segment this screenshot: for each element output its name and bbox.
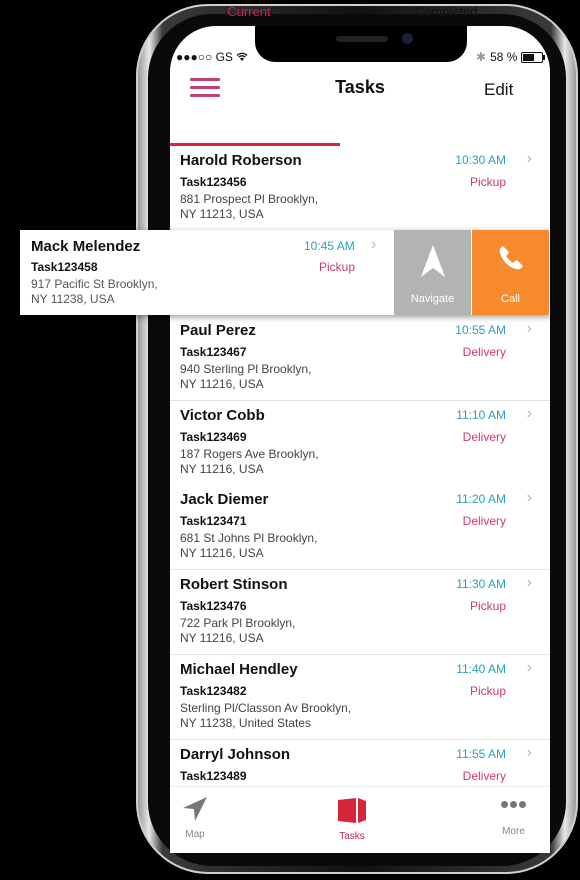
page-title: Tasks — [335, 77, 385, 97]
address: 681 St Johns Pl Brooklyn, NY 11216, USA — [180, 531, 318, 560]
chevron-right-icon: › — [526, 320, 532, 337]
navigation-arrow-icon — [183, 797, 207, 821]
speaker — [336, 36, 388, 42]
hamburger-menu-icon[interactable] — [190, 78, 220, 98]
chevron-right-icon: › — [526, 405, 532, 422]
bluetooth-icon: ✱ — [476, 50, 487, 64]
customer-name: Darryl Johnson — [180, 746, 291, 763]
task-id: Task123458 — [31, 260, 98, 274]
task-time: 10:30 AM — [455, 153, 506, 167]
carrier-label: ●●●○○ GS — [176, 50, 233, 64]
tab-bar-map[interactable]: Map — [182, 796, 208, 840]
customer-name: Mack Melendez — [31, 238, 141, 255]
chevron-right-icon: › — [526, 744, 532, 761]
customer-name: Michael Hendley — [180, 661, 298, 678]
task-time: 10:55 AM — [455, 323, 506, 337]
front-camera — [402, 33, 413, 44]
address: Sterling Pl/Classon Av Brooklyn, NY 11238… — [180, 701, 352, 730]
customer-name: Victor Cobb — [180, 407, 265, 424]
tab-bar-more[interactable]: More — [500, 800, 527, 837]
status-right: ✱ 58 % — [476, 50, 546, 64]
phone-icon — [499, 246, 523, 270]
call-button[interactable]: Call — [472, 230, 549, 315]
customer-name: Robert Stinson — [180, 576, 288, 593]
box-icon — [338, 798, 366, 823]
task-row[interactable]: Paul Perez Task123467 940 Sterling Pl Br… — [170, 316, 550, 401]
task-row[interactable]: Michael Hendley Task123482 Sterling Pl/C… — [170, 655, 550, 740]
status-carrier: ●●●○○ GS — [176, 50, 248, 64]
address: 187 Rogers Ave Brooklyn, NY 11216, USA — [180, 447, 319, 476]
task-id: Task123456 — [180, 175, 247, 189]
task-row[interactable]: Robert Stinson Task123476 722 Park Pl Br… — [170, 570, 550, 655]
task-id: Task123467 — [180, 345, 247, 359]
chevron-right-icon: › — [526, 574, 532, 591]
address: 917 Pacific St Brooklyn, NY 11238, USA — [31, 277, 158, 306]
task-type: Delivery — [462, 430, 506, 444]
task-time: 11:10 AM — [456, 408, 506, 422]
task-type: Pickup — [319, 260, 356, 274]
task-id: Task123469 — [180, 430, 247, 444]
swiped-task-row[interactable]: Mack Melendez Task123458 917 Pacific St … — [20, 230, 550, 315]
battery-icon — [521, 51, 546, 63]
call-label: Call — [501, 293, 520, 305]
task-row[interactable]: Victor Cobb Task123469 187 Rogers Ave Br… — [170, 401, 550, 486]
tab-bar-more-label: More — [502, 826, 525, 837]
tab-bar-map-label: Map — [185, 829, 205, 840]
task-row[interactable]: Darryl Johnson Task123489 11:55 AM Deliv… — [170, 740, 550, 786]
more-dots-icon — [500, 800, 527, 820]
task-time: 11:55 AM — [456, 747, 506, 761]
task-id: Task123476 — [180, 599, 247, 613]
task-time: 11:20 AM — [456, 492, 506, 506]
navigate-arrow-icon — [420, 245, 445, 277]
task-time: 11:30 AM — [456, 577, 506, 591]
edit-button[interactable]: Edit — [484, 80, 513, 100]
task-id: Task123471 — [180, 514, 247, 528]
task-row[interactable]: Jack Diemer Task123471 681 St Johns Pl B… — [170, 485, 550, 570]
task-type: Delivery — [462, 769, 506, 783]
address: 881 Prospect Pl Brooklyn, NY 11213, USA — [180, 192, 319, 221]
chevron-right-icon: › — [526, 489, 532, 506]
battery-percent: 58 % — [490, 50, 518, 64]
task-type: Pickup — [469, 684, 506, 698]
navigate-button[interactable]: Navigate — [394, 230, 471, 315]
task-time: 11:40 AM — [456, 662, 506, 676]
task-id: Task123482 — [180, 684, 247, 698]
task-type: Pickup — [469, 175, 506, 189]
tab-completed[interactable]: Completed — [361, 4, 531, 19]
task-row[interactable]: Harold Roberson Task123456 881 Prospect … — [170, 146, 550, 231]
task-time: 10:45 AM — [304, 239, 355, 253]
wifi-icon — [236, 50, 248, 64]
task-type: Delivery — [462, 514, 506, 528]
chevron-right-icon: › — [371, 236, 377, 253]
address: 722 Park Pl Brooklyn, NY 11216, USA — [180, 616, 296, 645]
customer-name: Jack Diemer — [180, 491, 269, 508]
chevron-right-icon: › — [526, 659, 532, 676]
tab-bar-tasks-label: Tasks — [339, 831, 365, 842]
task-type: Delivery — [462, 345, 506, 359]
navigate-label: Navigate — [410, 293, 455, 305]
tab-bar-tasks[interactable]: Tasks — [336, 796, 368, 842]
customer-name: Harold Roberson — [180, 152, 302, 169]
chevron-right-icon: › — [526, 150, 532, 167]
tab-current[interactable]: Current — [164, 4, 334, 19]
notch — [255, 26, 467, 62]
task-id: Task123489 — [180, 769, 247, 783]
task-type: Pickup — [469, 599, 506, 613]
customer-name: Paul Perez — [180, 322, 256, 339]
address: 940 Sterling Pl Brooklyn, NY 11216, USA — [180, 362, 312, 391]
